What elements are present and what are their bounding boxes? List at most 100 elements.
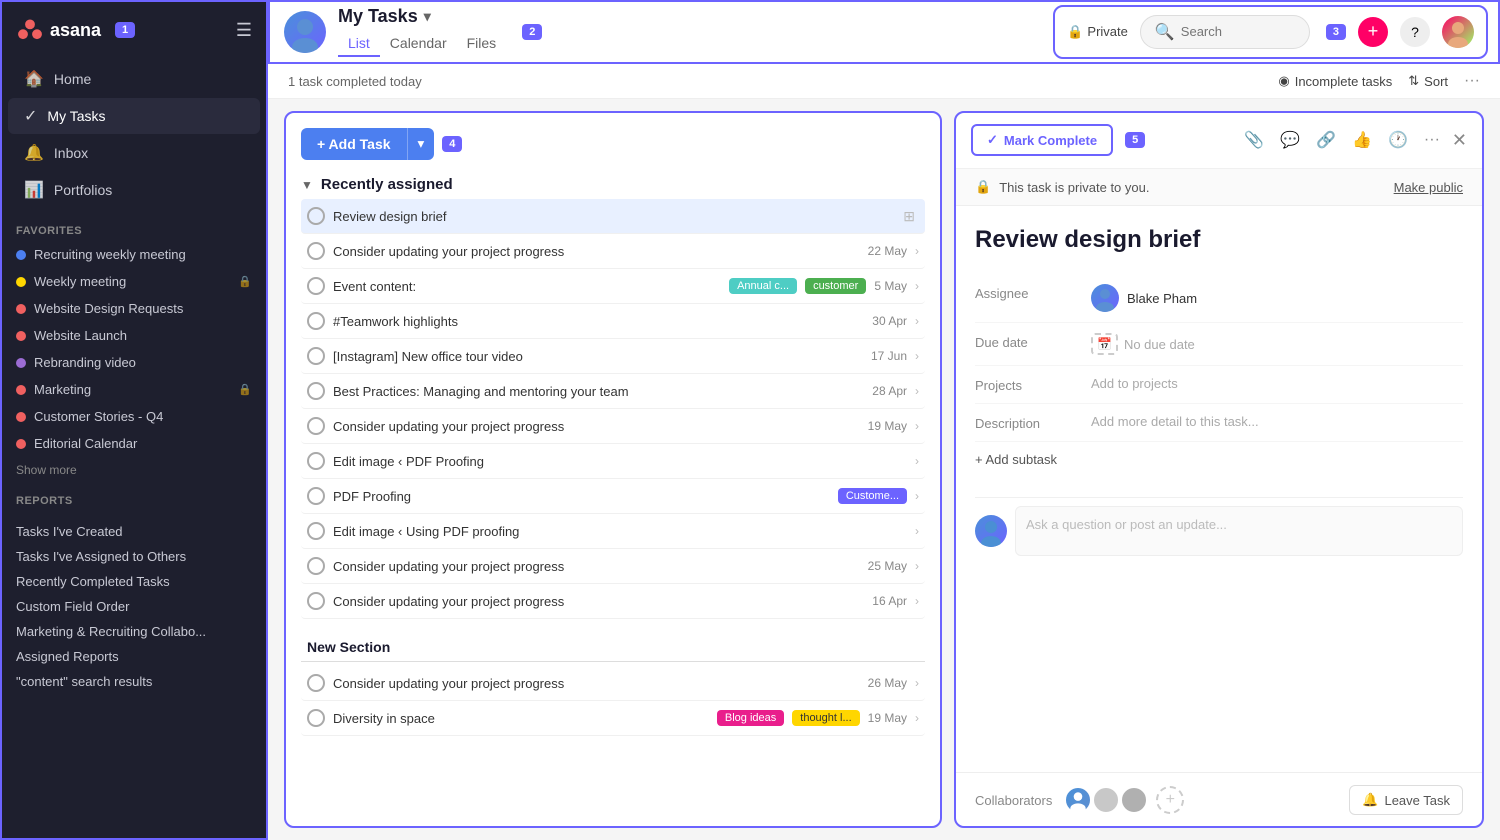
task-chevron-13: › <box>915 676 919 690</box>
add-subtask-button[interactable]: + Add subtask <box>975 442 1463 477</box>
sidebar-item-inbox[interactable]: 🔔 Inbox <box>8 135 260 171</box>
sidebar-item-weekly[interactable]: Weekly meeting 🔒 <box>0 268 268 295</box>
task-check-3[interactable] <box>307 277 325 295</box>
fav-dot-recruiting <box>16 250 26 260</box>
task-chevron-2: › <box>915 244 919 258</box>
mark-complete-button[interactable]: ✓ Mark Complete <box>971 124 1113 156</box>
table-row[interactable]: Edit image ‹ Using PDF proofing › <box>301 514 925 549</box>
task-date-2: 22 May <box>868 244 907 258</box>
task-check-11[interactable] <box>307 557 325 575</box>
task-check-7[interactable] <box>307 417 325 435</box>
task-check-4[interactable] <box>307 312 325 330</box>
table-row[interactable]: Consider updating your project progress … <box>301 409 925 444</box>
add-button[interactable]: + <box>1358 17 1388 47</box>
tag-customer: customer <box>805 278 866 294</box>
table-row[interactable]: [Instagram] New office tour video 17 Jun… <box>301 339 925 374</box>
sidebar-item-customerstories[interactable]: Customer Stories - Q4 <box>0 403 268 430</box>
clock-icon[interactable]: 🕐 <box>1384 126 1412 154</box>
task-check-5[interactable] <box>307 347 325 365</box>
table-row[interactable]: Best Practices: Managing and mentoring y… <box>301 374 925 409</box>
conversation-icon[interactable]: 💬 <box>1276 126 1304 154</box>
description-value[interactable]: Add more detail to this task... <box>1091 414 1463 429</box>
task-check-8[interactable] <box>307 452 325 470</box>
bell-leave-icon: 🔔 <box>1362 792 1378 808</box>
table-row[interactable]: Consider updating your project progress … <box>301 549 925 584</box>
tab-files[interactable]: Files <box>457 31 507 57</box>
report-tasks-assigned[interactable]: Tasks I've Assigned to Others <box>0 544 268 569</box>
add-collaborator-button[interactable]: + <box>1156 786 1184 814</box>
tab-list[interactable]: List <box>338 31 380 57</box>
tab-calendar[interactable]: Calendar <box>380 31 457 57</box>
header-right: 🔒 Private 🔍 3 + ? <box>1057 9 1484 55</box>
task-name-10: Edit image ‹ Using PDF proofing <box>333 524 907 539</box>
task-name-6: Best Practices: Managing and mentoring y… <box>333 384 864 399</box>
report-tasks-created[interactable]: Tasks I've Created <box>0 519 268 544</box>
fav-label-weekly: Weekly meeting <box>34 274 126 289</box>
table-row[interactable]: Consider updating your project progress … <box>301 666 925 701</box>
show-more-link[interactable]: Show more <box>0 457 268 483</box>
table-row[interactable]: Event content: Annual c... customer 5 Ma… <box>301 269 925 304</box>
task-check-2[interactable] <box>307 242 325 260</box>
report-recently-completed[interactable]: Recently Completed Tasks <box>0 569 268 594</box>
search-icon: 🔍 <box>1155 22 1175 42</box>
projects-value[interactable]: Add to projects <box>1091 376 1463 391</box>
title-chevron-icon: ▾ <box>424 8 431 25</box>
report-content-search[interactable]: "content" search results <box>0 669 268 694</box>
section-collapse-icon[interactable]: ▼ <box>301 178 313 192</box>
report-marketing-recruiting[interactable]: Marketing & Recruiting Collabo... <box>0 619 268 644</box>
hamburger-icon[interactable]: ☰ <box>236 20 252 41</box>
more-icon[interactable]: ··· <box>1420 127 1444 153</box>
incomplete-tasks-button[interactable]: ◉ Incomplete tasks <box>1278 73 1392 89</box>
task-check-10[interactable] <box>307 522 325 540</box>
search-box[interactable]: 🔍 <box>1140 15 1310 49</box>
top-header: My Tasks ▾ List Calendar Files 2 🔒 Priva… <box>268 0 1500 64</box>
sidebar-item-marketing[interactable]: Marketing 🔒 <box>0 376 268 403</box>
sidebar: asana 1 ☰ 🏠 Home ✓ My Tasks 🔔 Inbox 📊 Po… <box>0 0 268 840</box>
report-assigned[interactable]: Assigned Reports <box>0 644 268 669</box>
search-input[interactable] <box>1181 24 1295 39</box>
due-date-value[interactable]: 📅 No due date <box>1091 333 1463 355</box>
sidebar-item-weblaunch[interactable]: Website Launch <box>0 322 268 349</box>
task-check-6[interactable] <box>307 382 325 400</box>
sidebar-item-editorial[interactable]: Editorial Calendar <box>0 430 268 457</box>
attachment-icon[interactable]: 📎 <box>1240 126 1268 154</box>
task-date-13: 26 May <box>868 676 907 690</box>
make-public-button[interactable]: Make public <box>1394 180 1463 195</box>
comment-input[interactable]: Ask a question or post an update... <box>1015 506 1463 556</box>
task-check-14[interactable] <box>307 709 325 727</box>
sidebar-item-home-label: Home <box>54 71 91 87</box>
sidebar-item-portfolios[interactable]: 📊 Portfolios <box>8 172 260 208</box>
sidebar-item-home[interactable]: 🏠 Home <box>8 61 260 97</box>
more-options-button[interactable]: ··· <box>1464 72 1480 90</box>
sort-button[interactable]: ⇅ Sort <box>1408 73 1448 89</box>
add-task-button[interactable]: + Add Task <box>301 128 407 160</box>
task-check-12[interactable] <box>307 592 325 610</box>
table-row[interactable]: #Teamwork highlights 30 Apr › <box>301 304 925 339</box>
sidebar-item-recruiting[interactable]: Recruiting weekly meeting <box>0 241 268 268</box>
help-button[interactable]: ? <box>1400 17 1430 47</box>
table-row[interactable]: Diversity in space Blog ideas thought l.… <box>301 701 925 736</box>
thumbsup-icon[interactable]: 👍 <box>1348 126 1376 154</box>
table-row[interactable]: Review design brief ⊞ <box>301 199 925 234</box>
sidebar-item-mytasks[interactable]: ✓ My Tasks <box>8 98 260 134</box>
table-row[interactable]: Edit image ‹ PDF Proofing › <box>301 444 925 479</box>
sidebar-item-rebranding[interactable]: Rebranding video <box>0 349 268 376</box>
detail-field-description: Description Add more detail to this task… <box>975 404 1463 442</box>
close-icon[interactable]: ✕ <box>1452 130 1467 151</box>
fav-label-customerstories: Customer Stories - Q4 <box>34 409 163 424</box>
table-row[interactable]: Consider updating your project progress … <box>301 584 925 619</box>
link-icon[interactable]: 🔗 <box>1312 126 1340 154</box>
sidebar-item-webdesign[interactable]: Website Design Requests <box>0 295 268 322</box>
assignee-avatar <box>1091 284 1119 312</box>
favorites-section-label: Favorites <box>0 213 268 241</box>
report-custom-field[interactable]: Custom Field Order <box>0 594 268 619</box>
task-date-5: 17 Jun <box>871 349 907 363</box>
table-row[interactable]: PDF Proofing Custome... › <box>301 479 925 514</box>
table-row[interactable]: Consider updating your project progress … <box>301 234 925 269</box>
task-check-9[interactable] <box>307 487 325 505</box>
leave-task-button[interactable]: 🔔 Leave Task <box>1349 785 1463 815</box>
fav-label-webdesign: Website Design Requests <box>34 301 183 316</box>
task-check-1[interactable] <box>307 207 325 225</box>
task-check-13[interactable] <box>307 674 325 692</box>
add-task-dropdown-button[interactable]: ▾ <box>407 128 435 160</box>
